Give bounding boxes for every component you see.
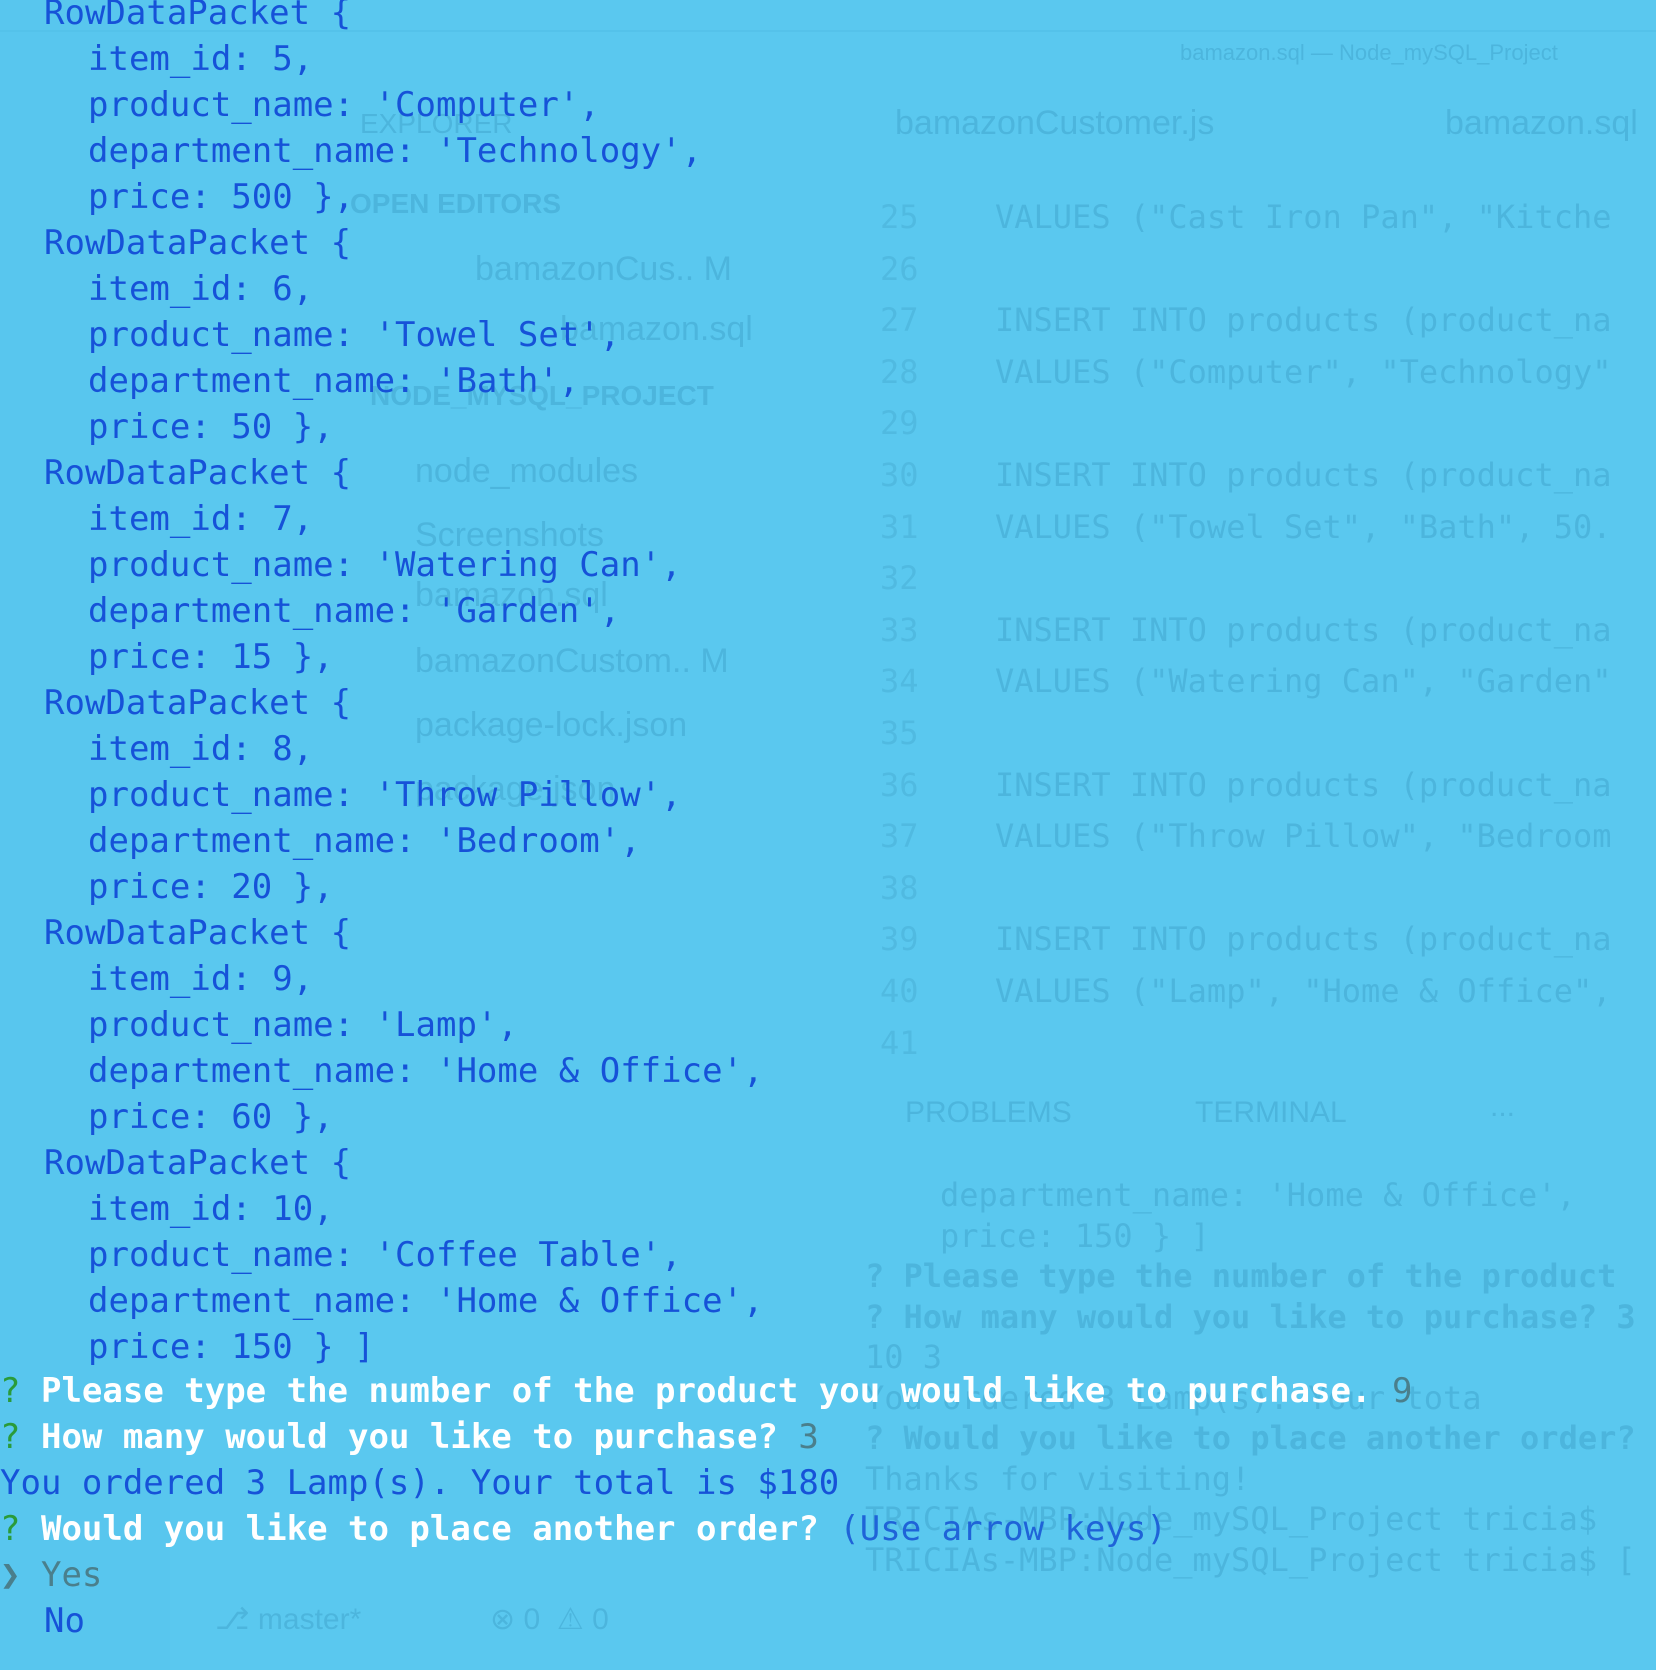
terminal-line-row-header: RowDataPacket { [44,0,352,33]
row-price: price: 20 }, [88,867,334,907]
row-price: price: 150 } ] [88,1327,375,1367]
row-product-name: product_name: 'Lamp', [88,1005,518,1045]
option-no[interactable]: No [0,1598,85,1644]
row-item-id: item_id: 5, [88,39,314,79]
row-item-id: item_id: 7, [88,499,314,539]
row-product-name: product_name: 'Computer', [88,85,600,125]
row-price: price: 15 }, [88,637,334,677]
row-price: price: 50 }, [88,407,334,447]
row-price: price: 500 }, [88,177,355,217]
prompt-answer: 3 [798,1417,819,1457]
row-department-name: department_name: 'Home & Office', [88,1281,764,1321]
prompt-question: Would you like to place another order? [40,1509,819,1549]
selection-pointer-icon: ❯ [0,1555,21,1595]
row-item-id: item_id: 6, [88,269,314,309]
prompt-mark: ? [0,1509,21,1549]
prompt-another-order: ? Would you like to place another order?… [0,1506,1167,1552]
row-department-name: department_name: 'Technology', [88,131,703,171]
row-product-name: product_name: 'Towel Set', [88,315,621,355]
row-department-name: department_name: 'Bedroom', [88,821,641,861]
row-open-line: RowDataPacket { [44,913,352,953]
prompt-product-number: ? Please type the number of the product … [0,1368,1412,1414]
terminal-output: RowDataPacket { item_id: 5, product_name:… [0,0,1656,1670]
row-price: price: 60 }, [88,1097,334,1137]
option-no-label: No [44,1601,85,1641]
row-open-line: RowDataPacket { [44,453,352,493]
option-yes[interactable]: ❯ Yes [0,1552,102,1598]
row-open-line: RowDataPacket { [44,1143,352,1183]
order-result-line: You ordered 3 Lamp(s). Your total is $18… [0,1463,840,1503]
prompt-hint: (Use arrow keys) [839,1509,1167,1549]
prompt-question: Please type the number of the product yo… [40,1371,1372,1411]
prompt-question: How many would you like to purchase? [40,1417,778,1457]
row-open-line: RowDataPacket { [44,223,352,263]
prompt-mark: ? [0,1417,21,1457]
row-department-name: department_name: 'Home & Office', [88,1051,764,1091]
row-product-name: product_name: 'Throw Pillow', [88,775,682,815]
row-product-name: product_name: 'Watering Can', [88,545,682,585]
row-item-id: item_id: 9, [88,959,314,999]
row-open-line: RowDataPacket { [44,683,352,723]
row-product-name: product_name: 'Coffee Table', [88,1235,682,1275]
row-department-name: department_name: 'Garden', [88,591,621,631]
prompt-answer: 9 [1392,1371,1413,1411]
option-yes-label: Yes [40,1555,103,1595]
prompt-mark: ? [0,1371,21,1411]
row-item-id: item_id: 8, [88,729,314,769]
row-department-name: department_name: 'Bath', [88,361,580,401]
row-item-id: item_id: 10, [88,1189,334,1229]
prompt-quantity: ? How many would you like to purchase? 3 [0,1414,819,1460]
